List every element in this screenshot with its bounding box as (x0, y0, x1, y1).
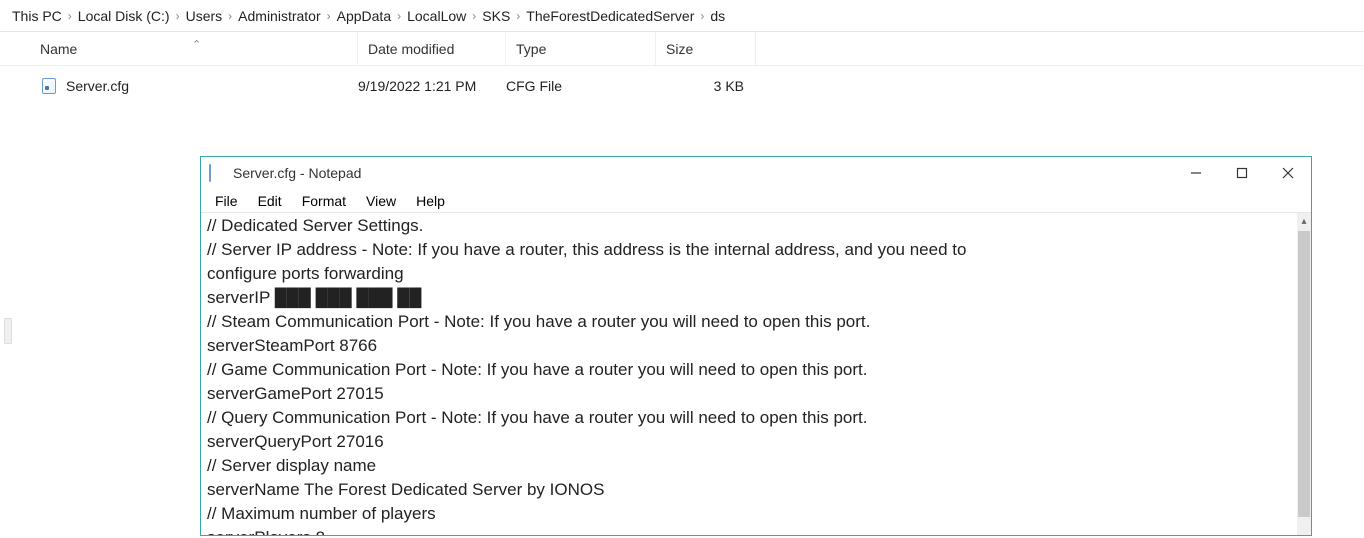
file-row[interactable]: Server.cfg 9/19/2022 1:21 PM CFG File 3 … (0, 72, 1364, 100)
menubar: File Edit Format View Help (201, 189, 1311, 213)
chevron-right-icon: › (226, 9, 234, 23)
editor-line: serverGamePort 27015 (207, 384, 384, 403)
menu-file[interactable]: File (207, 191, 246, 211)
editor-line: // Query Communication Port - Note: If y… (207, 408, 868, 427)
chevron-right-icon: › (698, 9, 706, 23)
crumb-users[interactable]: Users (182, 8, 227, 24)
close-button[interactable] (1265, 157, 1311, 189)
menu-help[interactable]: Help (408, 191, 453, 211)
column-type[interactable]: Type (506, 32, 656, 65)
minimize-button[interactable] (1173, 157, 1219, 189)
crumb-this-pc[interactable]: This PC (8, 8, 66, 24)
chevron-right-icon: › (514, 9, 522, 23)
editor-line: // Maximum number of players (207, 504, 436, 523)
editor-line: // Steam Communication Port - Note: If y… (207, 312, 870, 331)
breadcrumb[interactable]: This PC› Local Disk (C:)› Users› Adminis… (0, 0, 1364, 32)
chevron-right-icon: › (395, 9, 403, 23)
crumb-locallow[interactable]: LocalLow (403, 8, 470, 24)
editor-line: // Game Communication Port - Note: If yo… (207, 360, 868, 379)
menu-format[interactable]: Format (294, 191, 354, 211)
chevron-right-icon: › (66, 9, 74, 23)
chevron-right-icon: › (174, 9, 182, 23)
crumb-theforest[interactable]: TheForestDedicatedServer (522, 8, 698, 24)
scroll-thumb[interactable] (1298, 231, 1310, 517)
crumb-appdata[interactable]: AppData (333, 8, 395, 24)
file-date: 9/19/2022 1:21 PM (358, 78, 506, 94)
titlebar[interactable]: Server.cfg - Notepad (201, 157, 1311, 189)
column-size[interactable]: Size (656, 32, 756, 65)
chevron-up-icon[interactable]: ⌃ (192, 38, 201, 51)
column-name[interactable]: Name (0, 32, 358, 65)
column-headers: ⌃ Name Date modified Type Size (0, 32, 1364, 66)
crumb-local-disk[interactable]: Local Disk (C:) (74, 8, 174, 24)
crumb-ds[interactable]: ds (706, 8, 729, 24)
crumb-sks[interactable]: SKS (478, 8, 514, 24)
menu-edit[interactable]: Edit (250, 191, 290, 211)
crumb-administrator[interactable]: Administrator (234, 8, 324, 24)
editor-line: serverIP ███ ███ ███ ██ (207, 288, 421, 307)
scroll-up-icon[interactable]: ▴ (1297, 213, 1311, 229)
editor-line: serverQueryPort 27016 (207, 432, 384, 451)
notepad-icon (209, 165, 225, 181)
window-title: Server.cfg - Notepad (233, 165, 361, 181)
split-handle[interactable] (4, 318, 12, 344)
cfg-file-icon (40, 77, 58, 95)
text-editor[interactable]: // Dedicated Server Settings. // Server … (201, 213, 1297, 535)
editor-line: serverSteamPort 8766 (207, 336, 377, 355)
maximize-button[interactable] (1219, 157, 1265, 189)
editor-line: // Server display name (207, 456, 376, 475)
chevron-right-icon: › (470, 9, 478, 23)
scrollbar[interactable]: ▴ (1297, 213, 1311, 535)
file-name: Server.cfg (66, 78, 129, 94)
editor-line: // Dedicated Server Settings. (207, 216, 423, 235)
file-size: 3 KB (656, 78, 756, 94)
editor-line: // Server IP address - Note: If you have… (207, 240, 966, 259)
editor-line: serverName The Forest Dedicated Server b… (207, 480, 604, 499)
notepad-window: Server.cfg - Notepad File Edit Format Vi… (200, 156, 1312, 536)
chevron-right-icon: › (325, 9, 333, 23)
column-date[interactable]: Date modified (358, 32, 506, 65)
editor-line: serverPlayers 8 (207, 528, 325, 535)
menu-view[interactable]: View (358, 191, 404, 211)
file-type: CFG File (506, 78, 656, 94)
